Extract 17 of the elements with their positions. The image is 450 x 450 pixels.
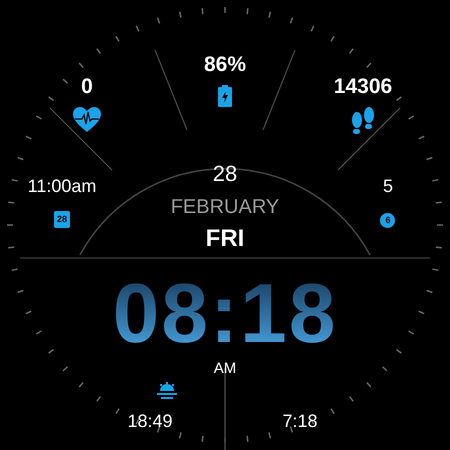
month: FEBRUARY xyxy=(170,197,280,217)
complication-value: 86% xyxy=(204,54,246,75)
sunrise-time: 7:18 xyxy=(281,412,319,430)
complication-value: 11:00am xyxy=(28,177,96,195)
complication-value: 0 xyxy=(81,76,93,97)
complication-value: 14306 xyxy=(334,76,392,97)
day-of-month: 28 xyxy=(212,163,238,185)
heart-rate-icon xyxy=(73,107,101,133)
sunrise-icon xyxy=(156,382,178,400)
am-pm-indicator: AM xyxy=(214,361,236,376)
weekday: FRI xyxy=(206,227,244,251)
notification-count-badge: 6 xyxy=(380,213,396,228)
sunset-time: 18:49 xyxy=(126,412,174,430)
calendar-icon: 28 xyxy=(54,211,70,228)
complication-value: 5 xyxy=(382,177,393,195)
battery-charging-icon xyxy=(218,85,232,107)
footprints-icon xyxy=(350,107,376,135)
